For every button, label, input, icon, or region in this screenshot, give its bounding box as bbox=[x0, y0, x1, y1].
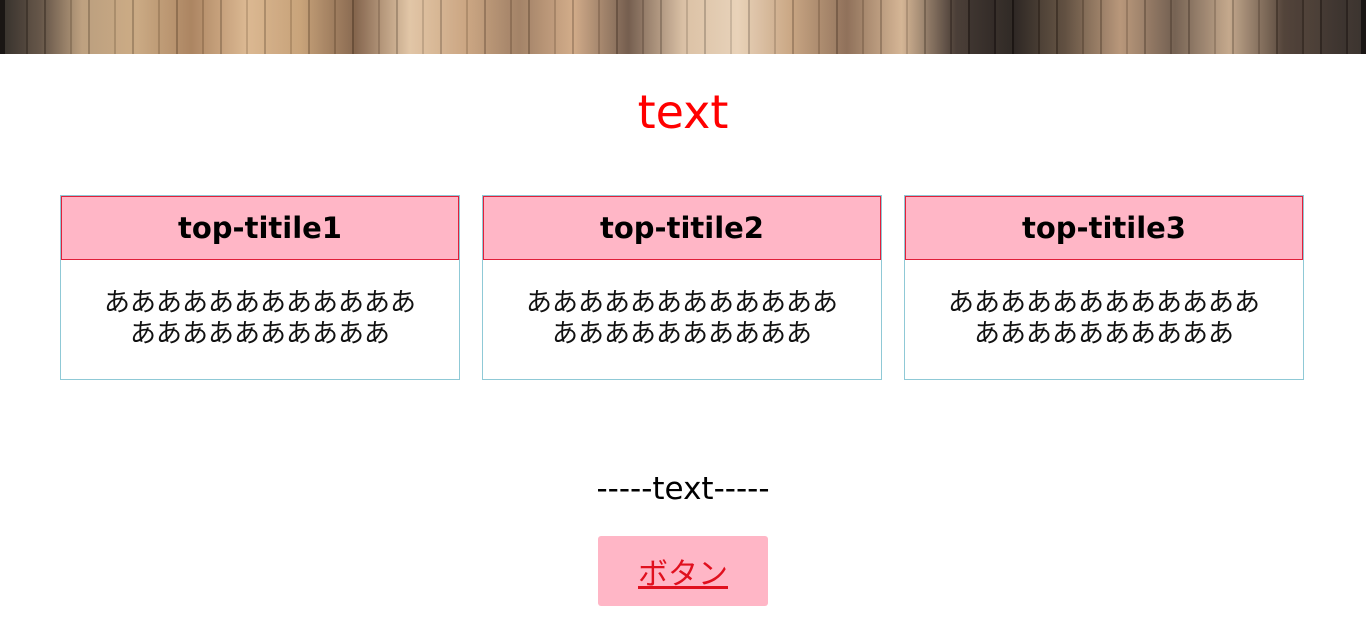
hero-banner-image bbox=[0, 0, 1366, 54]
page-title: text bbox=[637, 85, 729, 139]
action-button[interactable]: ボタン bbox=[598, 536, 768, 606]
card-body-line: ああああああああああ bbox=[551, 319, 812, 349]
card-body: ああああああああああああ ああああああああああ bbox=[81, 288, 439, 350]
image-frame-right bbox=[1361, 0, 1366, 54]
card-title: top-titile2 bbox=[483, 196, 881, 260]
bookshelf-painting-image bbox=[0, 0, 1366, 54]
card-body-line: ああああああああああああ bbox=[947, 288, 1260, 318]
card-title: top-titile3 bbox=[905, 196, 1303, 260]
card-body: ああああああああああああ ああああああああああ bbox=[925, 288, 1283, 350]
card-3: top-titile3 ああああああああああああ ああああああああああ bbox=[904, 195, 1304, 380]
card-body-line: ああああああああああああ bbox=[103, 288, 416, 318]
image-frame-left bbox=[0, 0, 5, 54]
card-body-line: ああああああああああ bbox=[129, 319, 390, 349]
card-body-line: ああああああああああ bbox=[973, 319, 1234, 349]
card-1: top-titile1 ああああああああああああ ああああああああああ bbox=[60, 195, 460, 380]
card-2: top-titile2 ああああああああああああ ああああああああああ bbox=[482, 195, 882, 380]
card-title: top-titile1 bbox=[61, 196, 459, 260]
card-body: ああああああああああああ ああああああああああ bbox=[503, 288, 861, 350]
card-body-line: ああああああああああああ bbox=[525, 288, 838, 318]
section-subtext: -----text----- bbox=[596, 471, 770, 507]
